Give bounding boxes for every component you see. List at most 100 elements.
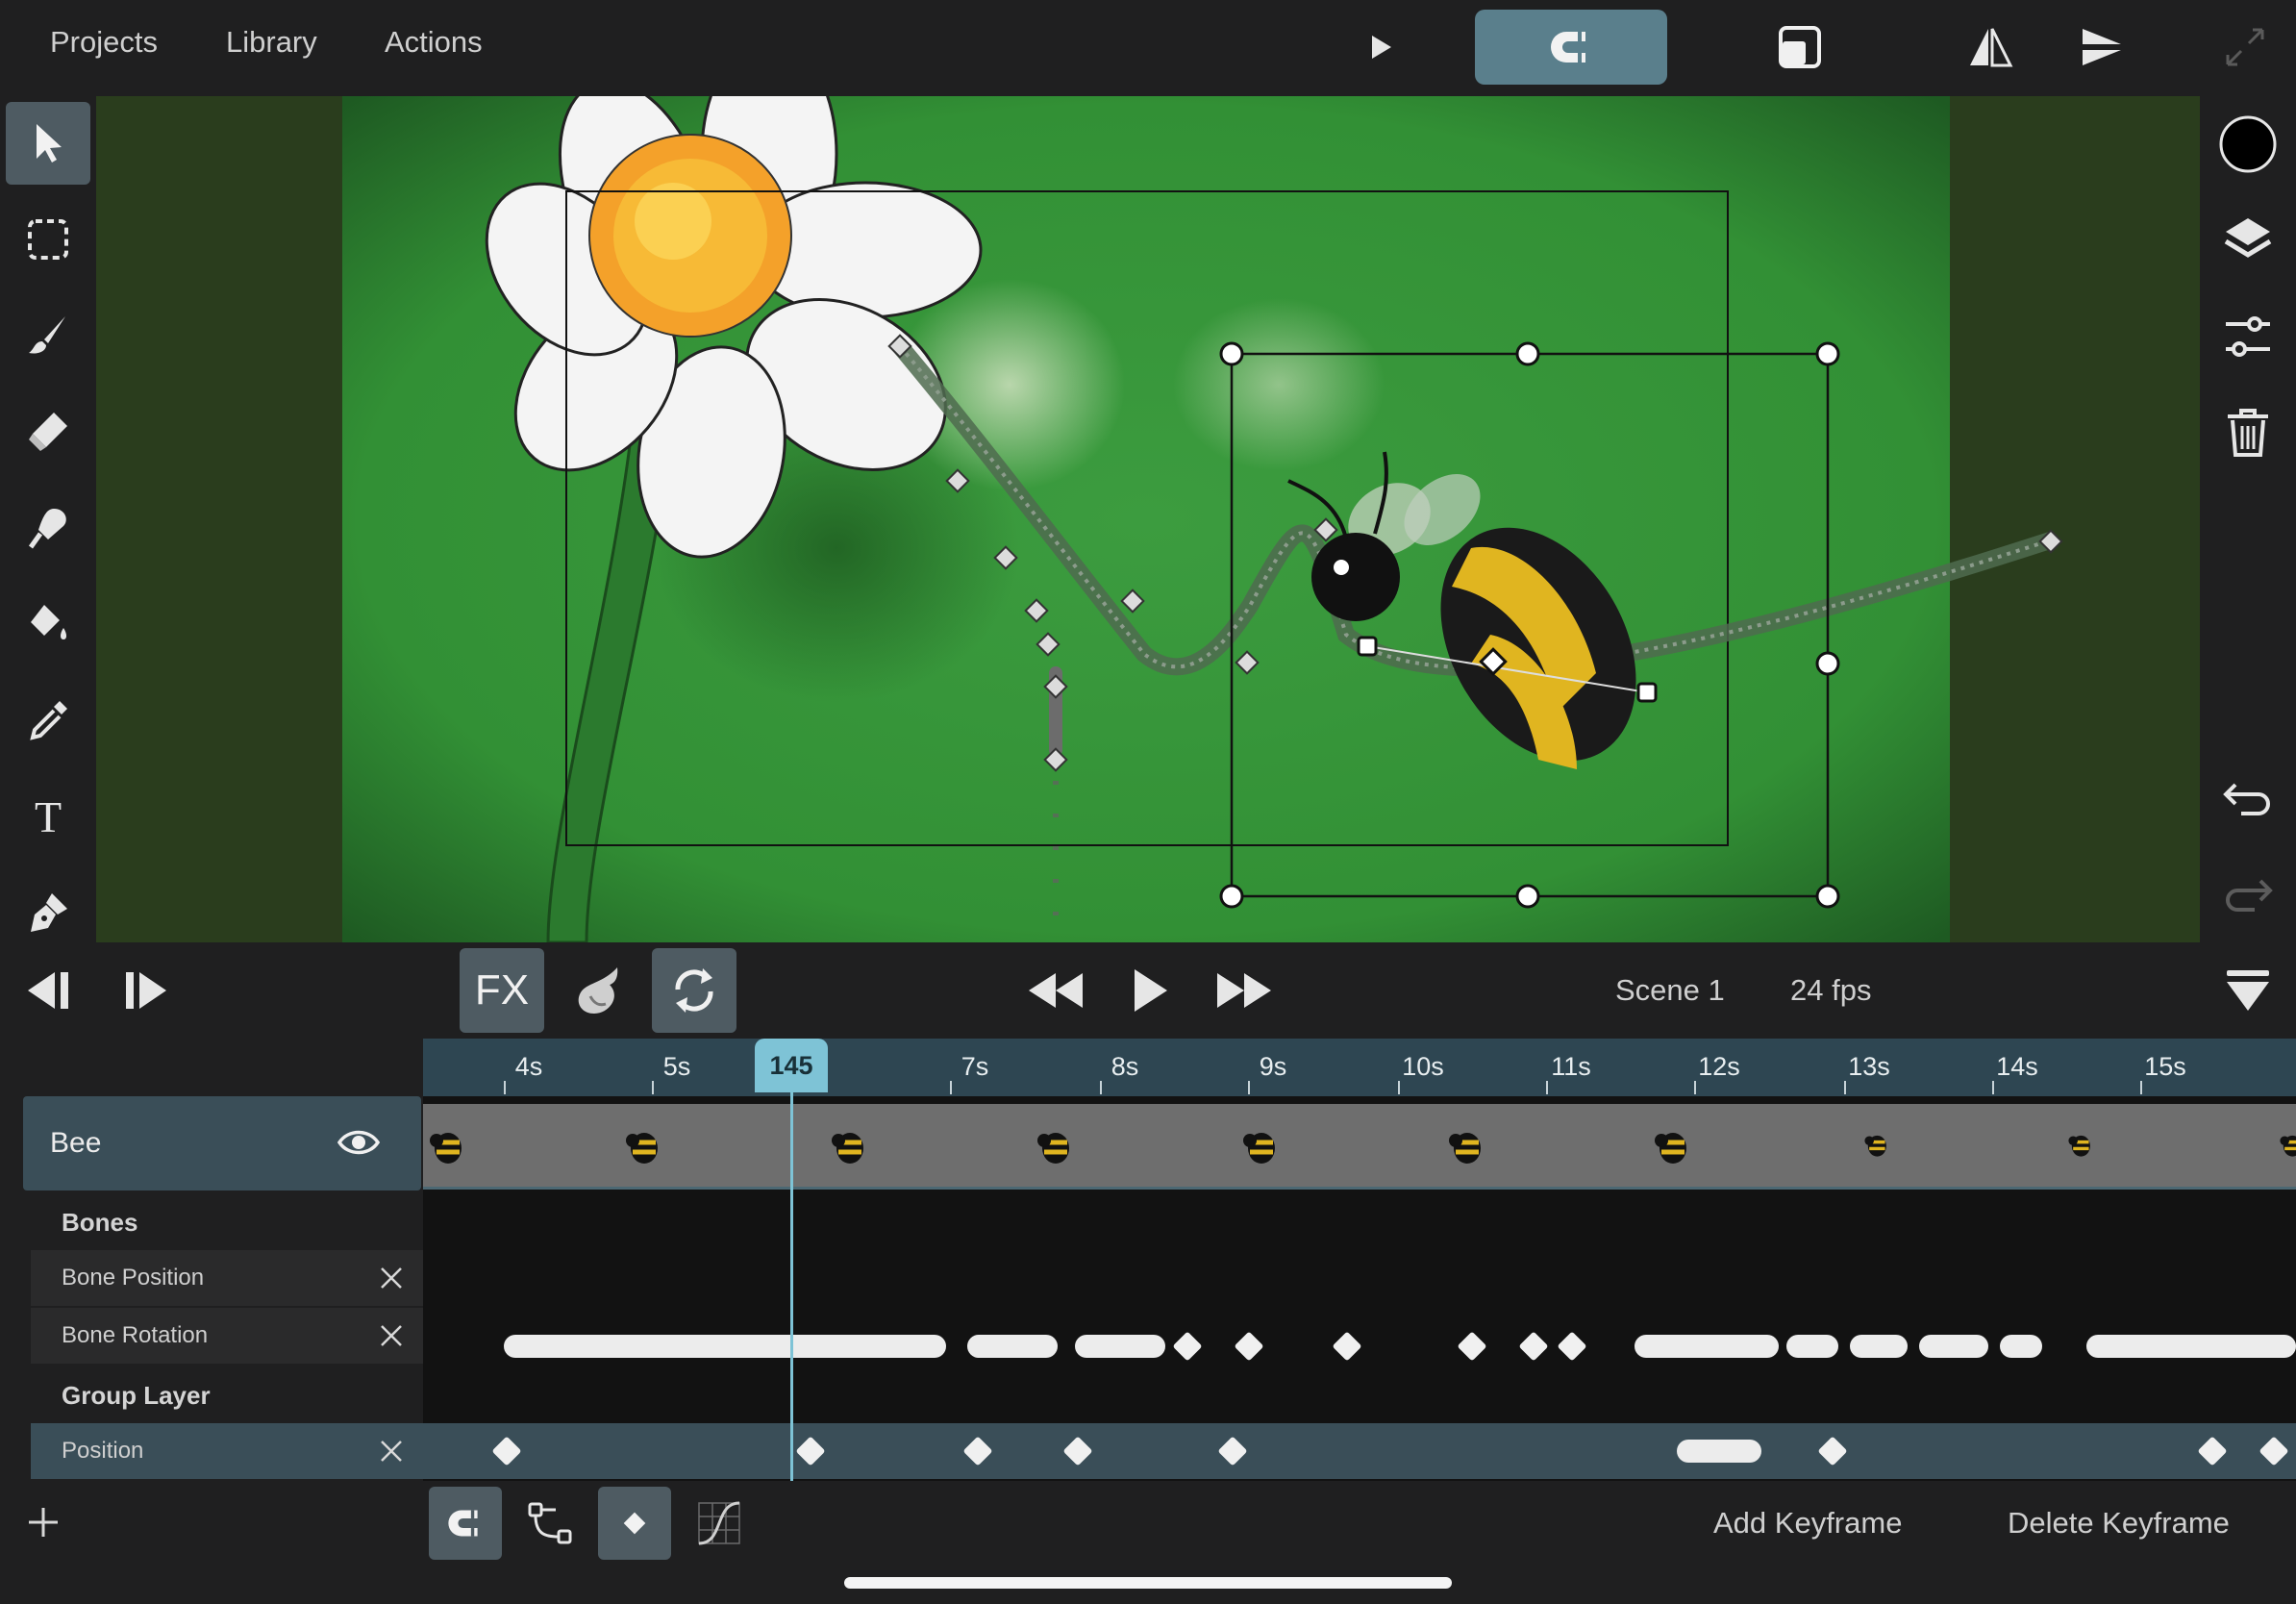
undo-button[interactable] — [2209, 762, 2286, 839]
keyframe-cluster[interactable] — [1786, 1335, 1838, 1358]
loop-button[interactable] — [652, 948, 736, 1033]
flip-vertical-button[interactable] — [2063, 10, 2140, 85]
delete-keyframe-button[interactable]: Delete Keyframe — [2008, 1506, 2230, 1541]
text-icon: T — [35, 793, 62, 840]
fill-tool[interactable] — [6, 583, 90, 665]
ruler-tick-label: 10s — [1402, 1052, 1444, 1081]
layer-row-bee[interactable]: Bee — [23, 1096, 421, 1190]
keyframe-cluster[interactable] — [1075, 1335, 1165, 1358]
close-icon[interactable] — [379, 1439, 404, 1464]
ruler-tick-label: 15s — [2144, 1052, 2186, 1081]
fx-label: FX — [474, 966, 530, 1014]
track-bone-position[interactable]: Bone Position — [31, 1250, 423, 1308]
timeline-snap-button[interactable] — [429, 1487, 502, 1560]
close-icon[interactable] — [379, 1323, 404, 1348]
bee-layer-track[interactable] — [423, 1104, 2296, 1190]
scene-selector[interactable]: Scene 1 — [1615, 973, 1725, 1008]
bee-thumbnail — [621, 1123, 663, 1170]
flip-horizontal-button[interactable] — [1952, 10, 2029, 85]
step-forward-icon — [126, 972, 166, 1009]
add-layer-button[interactable] — [19, 1498, 67, 1546]
track-label: Position — [62, 1438, 144, 1464]
onion-skin-button[interactable] — [1761, 10, 1838, 85]
keyframe[interactable] — [1234, 1331, 1264, 1362]
path-nodes-icon — [528, 1502, 572, 1544]
brush-icon — [29, 316, 65, 354]
brush-tool[interactable] — [6, 294, 90, 377]
fast-forward-button[interactable] — [1206, 952, 1283, 1029]
motion-path-button[interactable] — [513, 1487, 586, 1560]
position-track[interactable] — [423, 1423, 2296, 1479]
keyframe[interactable] — [1557, 1331, 1587, 1362]
play-button[interactable] — [1111, 952, 1188, 1029]
menu-library[interactable]: Library — [226, 25, 317, 60]
keyframe[interactable] — [1172, 1331, 1203, 1362]
ruler-tick — [652, 1081, 654, 1094]
add-keyframe-button[interactable]: Add Keyframe — [1713, 1506, 1902, 1541]
eyedropper-tool[interactable] — [6, 679, 90, 762]
menu-actions[interactable]: Actions — [385, 25, 483, 60]
playhead-line[interactable] — [790, 1092, 793, 1481]
play-preview-button[interactable] — [1342, 10, 1419, 85]
adjustments-button[interactable] — [2209, 298, 2286, 375]
track-position[interactable]: Position — [31, 1423, 423, 1481]
trash-icon — [2228, 409, 2268, 457]
keyframe-cluster[interactable] — [1635, 1335, 1779, 1358]
select-tool[interactable] — [6, 102, 90, 185]
onion-skin-toggle[interactable] — [556, 948, 640, 1033]
fullscreen-button[interactable] — [2211, 10, 2279, 85]
snap-toggle-button[interactable] — [1475, 10, 1667, 85]
keyframe-cluster[interactable] — [2086, 1335, 2296, 1358]
menu-projects[interactable]: Projects — [50, 25, 158, 60]
svg-text:T: T — [35, 793, 62, 840]
fps-selector[interactable]: 24 fps — [1790, 973, 1871, 1008]
home-indicator — [844, 1577, 1452, 1589]
track-bone-rotation[interactable]: Bone Rotation — [31, 1308, 423, 1366]
plus-icon — [29, 1508, 58, 1537]
rewind-button[interactable] — [1017, 952, 1094, 1029]
canvas-stage[interactable] — [96, 96, 2200, 942]
fx-button[interactable]: FX — [460, 948, 544, 1033]
pen-icon — [31, 893, 67, 932]
keyframe-cluster[interactable] — [1677, 1440, 1761, 1463]
ruler-tick — [1100, 1081, 1102, 1094]
keyframe-diamond-icon — [623, 1512, 646, 1535]
smudge-tool[interactable] — [6, 487, 90, 569]
layers-button[interactable] — [2209, 202, 2286, 279]
timeline-ruler[interactable]: 4s 5s 7s 8s 9s 10s 11s 12s 13s 14s 15s — [423, 1039, 2296, 1096]
close-icon[interactable] — [379, 1266, 404, 1291]
keyframe[interactable] — [1518, 1331, 1549, 1362]
next-frame-button[interactable] — [113, 952, 181, 1029]
keyframe-cluster[interactable] — [504, 1335, 946, 1358]
collapse-timeline-button[interactable] — [2211, 952, 2284, 1029]
keyframe[interactable] — [1332, 1331, 1362, 1362]
keyframe-cluster[interactable] — [967, 1335, 1058, 1358]
eraser-tool[interactable] — [6, 390, 90, 473]
easing-curve-button[interactable] — [683, 1487, 756, 1560]
delete-button[interactable] — [2209, 394, 2286, 471]
keyframe[interactable] — [1457, 1331, 1487, 1362]
prev-frame-button[interactable] — [13, 952, 81, 1029]
visibility-eye-icon[interactable] — [337, 1125, 381, 1160]
redo-button[interactable] — [2209, 858, 2286, 935]
ruler-tick-label: 12s — [1698, 1052, 1740, 1081]
text-tool[interactable]: T — [6, 775, 90, 858]
undo-icon — [2223, 783, 2270, 815]
marquee-tool[interactable] — [6, 198, 90, 281]
playhead-marker[interactable]: 145 — [755, 1039, 828, 1092]
fill-bucket-icon — [31, 605, 66, 639]
keyframe-cluster[interactable] — [2000, 1335, 2042, 1358]
pen-tool[interactable] — [6, 871, 90, 954]
flip-vertical-icon — [2083, 29, 2121, 65]
color-swatch-button[interactable] — [2209, 106, 2286, 183]
timeline-tracks[interactable] — [423, 1096, 2296, 1481]
keyframe-cluster[interactable] — [1919, 1335, 1988, 1358]
ruler-tick — [950, 1081, 952, 1094]
keyframe-mode-button[interactable] — [598, 1487, 671, 1560]
bee-thumbnail — [827, 1123, 869, 1170]
keyframe-cluster[interactable] — [1850, 1335, 1908, 1358]
ruler-tick — [1398, 1081, 1400, 1094]
artwork-canvas[interactable] — [96, 96, 2200, 942]
magnet-icon — [1551, 32, 1585, 63]
track-label: Bone Position — [62, 1265, 205, 1291]
